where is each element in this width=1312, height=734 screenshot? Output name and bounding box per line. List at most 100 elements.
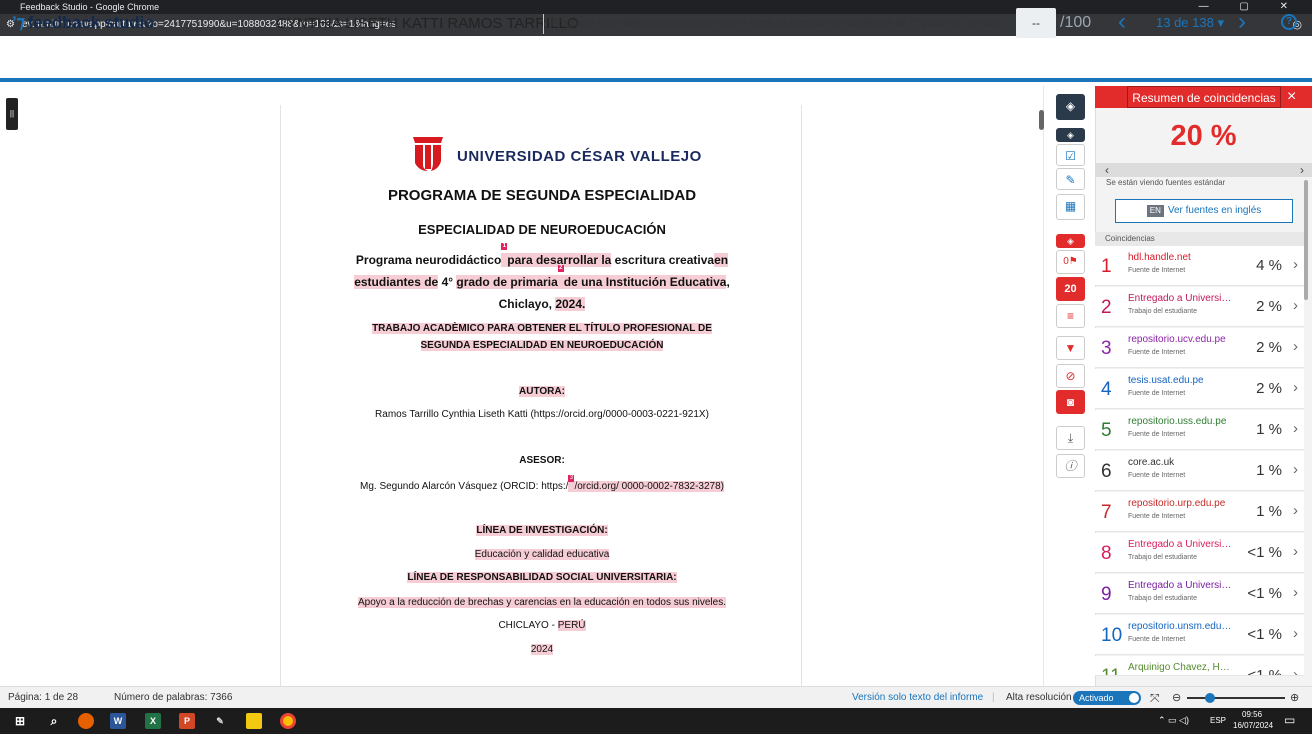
file-explorer-icon[interactable] — [246, 713, 262, 729]
document-title: Programa neurodidáctico1para desarrollar… — [354, 243, 730, 311]
text-only-report-link[interactable]: Versión solo texto del informe — [852, 687, 983, 709]
zoom-out-icon[interactable]: ⊖ — [1172, 687, 1181, 709]
chevron-right-icon[interactable]: › — [1293, 584, 1298, 601]
rsu-line: Apoyo a la reducción de brechas y carenc… — [357, 597, 726, 608]
browser-title-bar: Feedback Studio - Google Chrome — ▢ ✕ — [0, 0, 1312, 14]
match-source[interactable]: Entregado a Universida... — [1128, 580, 1233, 591]
zoom-in-icon[interactable]: ⊕ — [1290, 687, 1299, 709]
chevron-right-icon[interactable]: › — [1293, 256, 1298, 273]
powerpoint-icon[interactable]: P — [179, 713, 195, 729]
document-scrollbar[interactable] — [1039, 110, 1044, 130]
match-source[interactable]: repositorio.ucv.edu.pe — [1128, 334, 1233, 345]
chevron-right-icon[interactable]: › — [1293, 543, 1298, 560]
viewer-divider — [1043, 86, 1044, 686]
matches-section-label: Coincidencias — [1095, 232, 1305, 246]
match-marker[interactable]: 2 — [557, 265, 564, 272]
language-indicator[interactable]: ESP — [1210, 716, 1226, 725]
match-row[interactable]: 10 repositorio.unsm.edu.pe Fuente de Inter… — [1095, 615, 1304, 655]
comment-edit-icon[interactable]: ✎ — [1056, 168, 1085, 190]
chevron-right-icon[interactable]: › — [1293, 338, 1298, 355]
grade-input[interactable]: -- — [1016, 8, 1056, 38]
match-marker[interactable]: 1 — [501, 243, 508, 250]
similarity-layer-icon[interactable]: ◈ — [1056, 234, 1085, 248]
advisor-name: Mg. Segundo Alarcón Vásquez (ORCID: http… — [360, 475, 724, 492]
match-percent: 1 % — [1256, 503, 1282, 520]
chevron-left-icon[interactable]: ‹ — [1105, 163, 1109, 177]
previous-paper-icon[interactable]: ‹ — [1118, 8, 1126, 36]
match-row[interactable]: 8 Entregado a Universida... Trabajo del es… — [1095, 533, 1304, 573]
next-paper-icon[interactable]: › — [1238, 8, 1246, 36]
chevron-right-icon[interactable]: › — [1293, 420, 1298, 437]
high-res-toggle[interactable]: Activado — [1073, 691, 1141, 705]
fullscreen-icon[interactable]: ⤧ — [1150, 687, 1160, 709]
match-type: Fuente de Internet — [1128, 513, 1186, 520]
match-source[interactable]: tesis.usat.edu.pe — [1128, 375, 1233, 386]
info-icon[interactable]: ⓘ — [1056, 454, 1085, 478]
sidebar-toggle-handle[interactable]: || — [6, 98, 18, 130]
checkbox-icon[interactable]: ☑ — [1056, 144, 1085, 166]
close-icon[interactable]: × — [1287, 86, 1296, 108]
chevron-right-icon[interactable]: › — [1300, 163, 1304, 177]
word-icon[interactable]: W — [110, 713, 126, 729]
windows-start-icon[interactable]: ⊞ — [12, 713, 28, 729]
grading-layer-icon[interactable]: ◈ — [1056, 128, 1085, 142]
excel-icon[interactable]: X — [145, 713, 161, 729]
chevron-right-icon[interactable]: › — [1293, 666, 1298, 675]
panel-scrollbar[interactable] — [1304, 180, 1308, 300]
flags-icon[interactable]: 0⚑ — [1056, 250, 1085, 274]
panel-nav-row: ‹ › — [1095, 163, 1312, 177]
search-icon[interactable]: ⌕ — [46, 713, 62, 729]
all-sources-icon[interactable]: ≡ — [1056, 304, 1085, 328]
match-percent: <1 % — [1247, 544, 1282, 561]
match-row[interactable]: 2 Entregado a Universida... Trabajo del es… — [1095, 287, 1304, 327]
chevron-right-icon[interactable]: › — [1293, 502, 1298, 519]
match-row[interactable]: 11Arquinigo Chavez, Herli...Publicación<… — [1095, 656, 1304, 676]
english-sources-button[interactable]: EN Ver fuentes en inglés — [1115, 199, 1293, 223]
match-type: Fuente de Internet — [1128, 431, 1186, 438]
window-controls[interactable]: — ▢ ✕ — [1199, 0, 1302, 14]
submission-search-icon[interactable]: ◙ — [1056, 390, 1085, 414]
chrome-icon[interactable] — [280, 713, 296, 729]
match-percent: 4 % — [1256, 257, 1282, 274]
tool-column: ◈ ◈ ☑ ✎ ▦ ◈ 0⚑ 20 ≡ ▼ ⊘ ◙ ⤓ ⓘ — [1056, 88, 1087, 488]
match-number: 7 — [1101, 502, 1112, 523]
chevron-right-icon[interactable]: › — [1293, 461, 1298, 478]
match-source[interactable]: repositorio.unsm.edu.pe — [1128, 621, 1233, 632]
match-overview-button[interactable]: 20 — [1056, 277, 1085, 301]
match-source[interactable]: repositorio.uss.edu.pe — [1128, 416, 1233, 427]
chevron-right-icon[interactable]: › — [1293, 625, 1298, 642]
notifications-icon[interactable]: ▭ — [1284, 713, 1295, 727]
chevron-right-icon[interactable]: › — [1293, 297, 1298, 314]
match-row[interactable]: 3 repositorio.ucv.edu.pe Fuente de Interne… — [1095, 328, 1304, 368]
download-icon[interactable]: ⤓ — [1056, 426, 1085, 450]
match-source[interactable]: core.ac.uk — [1128, 457, 1233, 468]
filter-icon[interactable]: ▼ — [1056, 336, 1085, 360]
tray-icons[interactable]: ⌃ ▭ ◁) — [1158, 715, 1189, 726]
help-icon[interactable]: ? — [1281, 14, 1297, 30]
match-row[interactable]: 5 repositorio.uss.edu.pe Fuente de Interne… — [1095, 410, 1304, 450]
zoom-slider[interactable] — [1187, 693, 1285, 703]
match-type: Fuente de Internet — [1128, 472, 1186, 479]
clock-date[interactable]: 16/07/2024 — [1233, 721, 1273, 730]
clock-time[interactable]: 09:56 — [1242, 710, 1262, 719]
match-source[interactable]: Entregado a Universida... — [1128, 293, 1233, 304]
chevron-right-icon[interactable]: › — [1293, 379, 1298, 396]
match-source[interactable]: hdl.handle.net — [1128, 252, 1233, 263]
match-source[interactable]: Arquinigo Chavez, Herli... — [1128, 662, 1233, 673]
match-row[interactable]: 7 repositorio.urp.edu.pe Fuente de Interne… — [1095, 492, 1304, 532]
match-row[interactable]: 1 hdl.handle.net Fuente de Internet 4 % › — [1095, 246, 1304, 286]
rubric-grid-icon[interactable]: ▦ — [1056, 194, 1085, 220]
match-source[interactable]: repositorio.urp.edu.pe — [1128, 498, 1233, 509]
page-indicator: Página: 1 de 28 — [8, 692, 79, 703]
match-source[interactable]: Entregado a Universida... — [1128, 539, 1233, 550]
paint-icon[interactable]: ✎ — [212, 713, 228, 729]
paper-title: Programa neurodidáctico para desarrollar… — [551, 18, 1006, 29]
match-row[interactable]: 9 Entregado a Universida... Trabajo del es… — [1095, 574, 1304, 614]
paper-pager[interactable]: 13 de 138 ▾ — [1156, 15, 1224, 31]
layers-icon[interactable]: ◈ — [1056, 94, 1085, 120]
match-row[interactable]: 6 core.ac.uk Fuente de Internet 1 % › — [1095, 451, 1304, 491]
match-row[interactable]: 4 tesis.usat.edu.pe Fuente de Internet 2 % › — [1095, 369, 1304, 409]
firefox-icon[interactable] — [78, 713, 94, 729]
exclude-icon[interactable]: ⊘ — [1056, 364, 1085, 388]
match-type: Fuente de Internet — [1128, 636, 1186, 643]
